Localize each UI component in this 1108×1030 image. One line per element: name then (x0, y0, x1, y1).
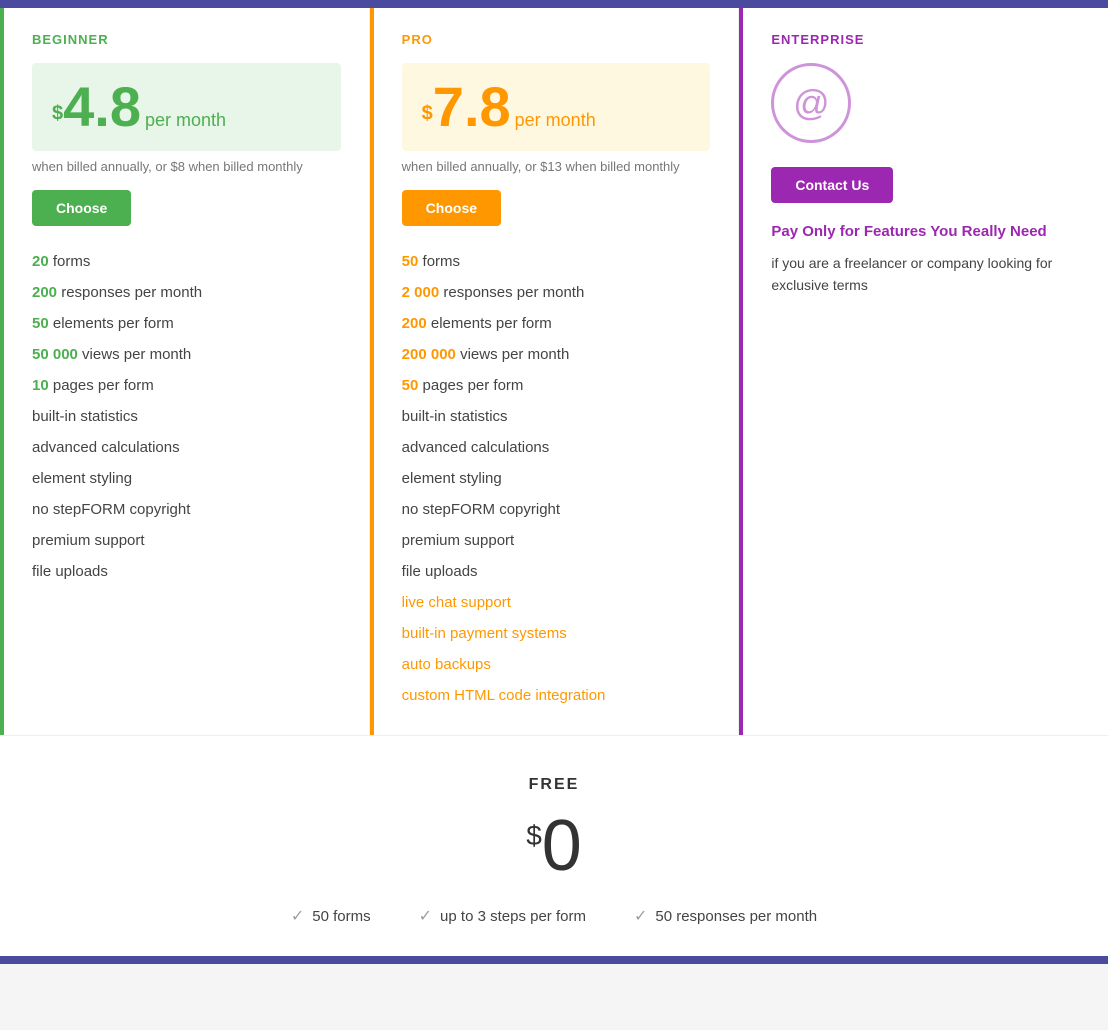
free-feature-item: ✓ 50 responses per month (634, 906, 817, 926)
bottom-bar (0, 956, 1108, 964)
pro-billed-note: when billed annually, or $13 when billed… (402, 159, 711, 174)
beginner-plan-label: BEGINNER (32, 32, 341, 47)
pro-choose-button[interactable]: Choose (402, 190, 501, 226)
pro-plan-card: PRO $7.8per month when billed annually, … (370, 8, 740, 735)
free-plan-label: FREE (20, 776, 1088, 794)
list-item: 200 000 views per month (402, 339, 711, 370)
pricing-container: BEGINNER $4.8per month when billed annua… (0, 8, 1108, 735)
free-feature-item: ✓ up to 3 steps per form (419, 906, 586, 926)
list-item: element styling (402, 463, 711, 494)
check-icon: ✓ (291, 906, 304, 926)
list-item: file uploads (32, 556, 341, 587)
enterprise-plan-card: ENTERPRISE @ Contact Us Pay Only for Fea… (739, 8, 1108, 735)
enterprise-tagline: Pay Only for Features You Really Need (771, 223, 1080, 240)
beginner-price-block: $4.8per month (32, 63, 341, 151)
list-item: advanced calculations (32, 432, 341, 463)
list-item: 50 pages per form (402, 370, 711, 401)
list-item: 10 pages per form (32, 370, 341, 401)
list-item-extra: live chat support (402, 587, 711, 618)
free-features-list: ✓ 50 forms ✓ up to 3 steps per form ✓ 50… (20, 906, 1088, 926)
list-item: file uploads (402, 556, 711, 587)
beginner-per: per month (145, 110, 226, 130)
beginner-billed-note: when billed annually, or $8 when billed … (32, 159, 341, 174)
top-bar (0, 0, 1108, 8)
list-item-extra: auto backups (402, 649, 711, 680)
free-section: FREE $0 ✓ 50 forms ✓ up to 3 steps per f… (0, 735, 1108, 956)
pro-features-list: 50 forms 2 000 responses per month 200 e… (402, 246, 711, 711)
pro-per: per month (515, 110, 596, 130)
pro-currency: $ (422, 103, 433, 125)
list-item-extra: custom HTML code integration (402, 680, 711, 711)
contact-us-button[interactable]: Contact Us (771, 167, 893, 203)
free-amount: 0 (542, 806, 582, 886)
enterprise-description: if you are a freelancer or company looki… (771, 252, 1080, 297)
list-item: advanced calculations (402, 432, 711, 463)
list-item: no stepFORM copyright (402, 494, 711, 525)
list-item: 20 forms (32, 246, 341, 277)
free-feature-text: up to 3 steps per form (440, 908, 586, 925)
beginner-features-list: 20 forms 200 responses per month 50 elem… (32, 246, 341, 587)
pro-price-block: $7.8per month (402, 63, 711, 151)
free-feature-text: 50 forms (312, 908, 370, 925)
free-currency: $ (526, 820, 542, 851)
check-icon: ✓ (419, 906, 432, 926)
list-item: premium support (402, 525, 711, 556)
free-price-block: $0 (20, 810, 1088, 882)
list-item: 50 forms (402, 246, 711, 277)
list-item: 2 000 responses per month (402, 277, 711, 308)
beginner-plan-card: BEGINNER $4.8per month when billed annua… (0, 8, 370, 735)
list-item: 50 elements per form (32, 308, 341, 339)
list-item: no stepFORM copyright (32, 494, 341, 525)
list-item: premium support (32, 525, 341, 556)
list-item-extra: built-in payment systems (402, 618, 711, 649)
pro-amount: 7.8 (433, 75, 511, 138)
beginner-currency: $ (52, 103, 63, 125)
beginner-amount: 4.8 (63, 75, 141, 138)
check-icon: ✓ (634, 906, 647, 926)
enterprise-plan-label: ENTERPRISE (771, 32, 1080, 47)
list-item: 200 elements per form (402, 308, 711, 339)
list-item: 50 000 views per month (32, 339, 341, 370)
free-feature-text: 50 responses per month (655, 908, 817, 925)
list-item: built-in statistics (402, 401, 711, 432)
list-item: built-in statistics (32, 401, 341, 432)
free-feature-item: ✓ 50 forms (291, 906, 371, 926)
at-icon: @ (771, 63, 851, 143)
list-item: element styling (32, 463, 341, 494)
pro-plan-label: PRO (402, 32, 711, 47)
list-item: 200 responses per month (32, 277, 341, 308)
beginner-choose-button[interactable]: Choose (32, 190, 131, 226)
